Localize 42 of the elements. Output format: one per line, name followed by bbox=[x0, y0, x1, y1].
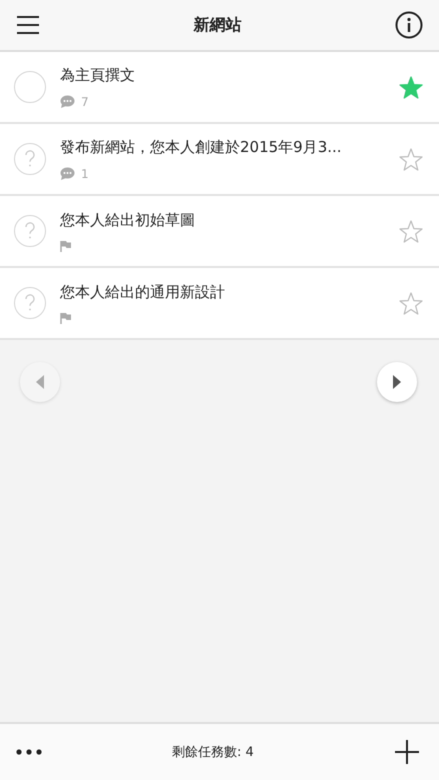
add-button[interactable] bbox=[395, 740, 419, 764]
task-title: 為主頁撰文 bbox=[60, 66, 136, 84]
question-icon bbox=[24, 150, 36, 168]
right-triangle-icon bbox=[392, 375, 402, 389]
star-button[interactable] bbox=[399, 220, 423, 242]
task-row[interactable]: 為主頁撰文 7 bbox=[0, 52, 439, 124]
left-triangle-icon bbox=[35, 375, 45, 389]
header-title: 新網站 bbox=[194, 14, 242, 36]
star-icon bbox=[399, 220, 423, 242]
task-row[interactable]: 您本人給出的通用新設計 bbox=[0, 268, 439, 340]
task-title: 您本人給出的通用新設計 bbox=[60, 282, 226, 302]
add-icon bbox=[395, 740, 419, 764]
star-button[interactable] bbox=[399, 148, 423, 170]
star-button[interactable] bbox=[399, 292, 423, 314]
remaining-count: 剩餘任務數: 4 bbox=[172, 744, 254, 761]
task-row[interactable]: 發布新網站，您本人創建於2015年9月3... 1 bbox=[0, 124, 439, 196]
flag-icon bbox=[60, 312, 72, 324]
info-icon bbox=[395, 11, 423, 39]
star-icon bbox=[399, 76, 423, 98]
menu-button[interactable] bbox=[16, 15, 40, 35]
info-button[interactable] bbox=[395, 11, 423, 39]
status-button[interactable] bbox=[14, 287, 46, 319]
status-button[interactable] bbox=[14, 71, 46, 103]
task-title: 發布新網站，您本人創建於2015年9月3... bbox=[60, 138, 343, 156]
comment-icon bbox=[60, 167, 75, 180]
star-icon bbox=[399, 148, 423, 170]
question-icon bbox=[24, 294, 36, 312]
task-row[interactable]: 您本人給出初始草圖 bbox=[0, 196, 439, 268]
comment-count: 1 bbox=[81, 166, 89, 180]
status-button[interactable] bbox=[14, 215, 46, 247]
menu-icon bbox=[16, 15, 40, 35]
comment-count: 7 bbox=[81, 94, 89, 108]
question-icon bbox=[24, 222, 36, 240]
star-icon bbox=[399, 292, 423, 314]
more-button[interactable] bbox=[16, 749, 42, 755]
more-icon bbox=[16, 749, 42, 755]
next-button[interactable] bbox=[377, 362, 417, 402]
comment-icon bbox=[60, 95, 75, 108]
flag-icon bbox=[60, 240, 72, 252]
status-button[interactable] bbox=[14, 143, 46, 175]
task-title: 您本人給出初始草圖 bbox=[60, 210, 196, 230]
star-button[interactable] bbox=[399, 76, 423, 98]
